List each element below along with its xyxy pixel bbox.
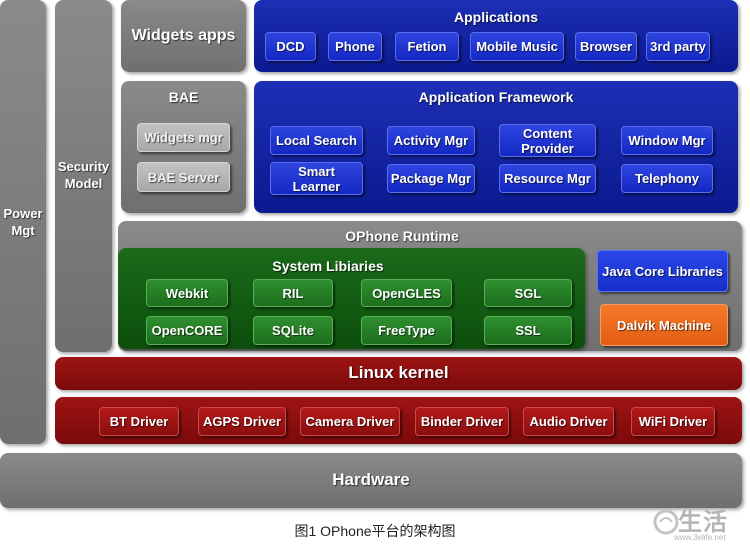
linux-kernel-title: Linux kernel: [348, 363, 449, 382]
framework-title: Application Framework: [418, 89, 574, 105]
fw-window-mgr: Window Mgr: [621, 126, 713, 155]
lib-webkit: Webkit: [146, 279, 228, 307]
app-3rd-party: 3rd party: [646, 32, 710, 61]
widgets-mgr-chip: Widgets mgr: [137, 123, 230, 152]
power-mgt-label: Power Mgt: [3, 206, 43, 238]
lib-ssl: SSL: [484, 316, 572, 345]
lib-opencore: OpenCORE: [146, 316, 228, 345]
driver-bt: BT Driver: [99, 407, 179, 436]
applications-title: Applications: [453, 9, 538, 25]
app-mobile-music: Mobile Music: [470, 32, 564, 61]
java-core-libraries-chip: Java Core Libraries: [597, 250, 728, 292]
security-model-label: Security Model: [57, 159, 110, 191]
lib-freetype: FreeType: [361, 316, 452, 345]
driver-wifi: WiFi Driver: [631, 407, 715, 436]
fw-telephony: Telephony: [621, 164, 713, 193]
dalvik-machine-chip: Dalvik Machine: [600, 304, 728, 346]
lib-opengles: OpenGLES: [361, 279, 452, 307]
hardware-title: Hardware: [332, 470, 410, 489]
lib-sgl: SGL: [484, 279, 572, 307]
lib-sqlite: SQLite: [253, 316, 333, 345]
driver-binder: Binder Driver: [415, 407, 509, 436]
bae-title: BAE: [168, 89, 199, 105]
watermark-url: www.3elife.net: [674, 533, 726, 542]
app-browser: Browser: [575, 32, 637, 61]
fw-activity-mgr: Activity Mgr: [387, 126, 475, 155]
figure-caption: 图1 OPhone平台的架构图: [294, 523, 456, 539]
fw-smart-learner: Smart Learner: [270, 162, 363, 195]
driver-agps: AGPS Driver: [198, 407, 286, 436]
fw-content-provider: Content Provider: [499, 124, 596, 157]
app-phone: Phone: [328, 32, 382, 61]
driver-audio: Audio Driver: [523, 407, 614, 436]
app-fetion: Fetion: [395, 32, 459, 61]
fw-local-search: Local Search: [270, 126, 363, 155]
driver-camera: Camera Driver: [300, 407, 400, 436]
bae-server-chip: BAE Server: [137, 162, 230, 192]
system-libraries-title: System Libiaries: [272, 258, 384, 274]
app-dcd: DCD: [265, 32, 316, 61]
fw-resource-mgr: Resource Mgr: [499, 164, 596, 193]
widgets-apps-label: Widgets apps: [131, 27, 236, 44]
lib-ril: RIL: [253, 279, 333, 307]
fw-package-mgr: Package Mgr: [387, 164, 475, 193]
watermark-text: 生活: [678, 509, 728, 536]
runtime-title: OPhone Runtime: [345, 228, 459, 244]
